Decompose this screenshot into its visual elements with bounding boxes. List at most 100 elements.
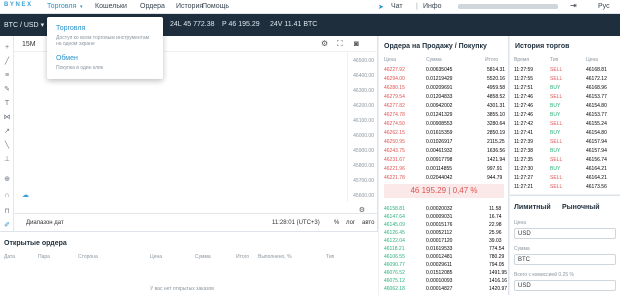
table-row[interactable]: 46277.82 0.00942002 4301.31	[379, 102, 509, 110]
log-toggle[interactable]: лог	[346, 220, 355, 226]
auto-toggle[interactable]: авто	[362, 220, 374, 226]
ruler-icon[interactable]: ╲	[3, 142, 11, 150]
table-row[interactable]: 46122.04 0.00017120 39.03	[379, 237, 509, 245]
table-row[interactable]: 46221.96 0.00114855 997.91	[379, 165, 509, 173]
total-input[interactable]: USD	[514, 280, 616, 291]
crosshair-icon[interactable]: +	[3, 44, 11, 52]
chart-footer: Диапазон дат 11:28:01 (UTC+3) % лог авто	[14, 213, 378, 231]
camera-icon[interactable]: ◙	[354, 39, 359, 48]
pattern-icon[interactable]: ⋈	[3, 114, 11, 122]
table-cell: 46106.55	[384, 254, 405, 260]
table-row[interactable]: 46126.45 0.00052112 25.96	[379, 229, 509, 237]
table-row[interactable]: 46294.00 0.01219429 5520.16	[379, 75, 509, 83]
fullscreen-icon[interactable]: ⛶	[337, 39, 343, 49]
tab-market[interactable]: Рыночный	[562, 204, 600, 211]
table-row[interactable]: 11:27:39 SELL 46157.94	[510, 138, 620, 146]
table-cell: 46156.74	[586, 157, 607, 163]
user-email[interactable]	[458, 4, 558, 9]
brush-icon[interactable]: ✎	[3, 86, 11, 94]
table-row[interactable]: 11:27:46 BUY 46153.77	[510, 111, 620, 119]
table-row[interactable]: 46221.78 0.02044042 944.79	[379, 174, 509, 182]
zoom-icon[interactable]: ⊕	[3, 176, 11, 184]
nav-orders[interactable]: Ордера	[140, 3, 165, 10]
table-row[interactable]: 11:27:35 SELL 46156.74	[510, 156, 620, 164]
lock-icon[interactable]: ⊓	[3, 208, 11, 216]
table-row[interactable]: 11:27:41 BUY 46154.80	[510, 129, 620, 137]
tab-limit[interactable]: Лимитный	[514, 204, 551, 211]
table-row[interactable]: 46250.95 0.01026917 2115.25	[379, 138, 509, 146]
amount-input[interactable]: BTC	[514, 254, 616, 265]
table-row[interactable]: 11:27:46 BUY 46154.80	[510, 102, 620, 110]
table-row[interactable]: 46062.18 0.00014827 1420.97	[379, 285, 509, 293]
table-row[interactable]: 11:27:46 SELL 46153.77	[510, 93, 620, 101]
table-row[interactable]: 46090.77 0.00029611 794.05	[379, 261, 509, 269]
top-nav: BYNEX Торговля ▾ Кошельки Ордера История…	[0, 0, 620, 14]
pencil-icon[interactable]: ✐	[3, 222, 11, 230]
prediction-icon[interactable]: ↗	[3, 128, 11, 136]
table-cell: 46118.21	[384, 246, 405, 252]
logout-icon[interactable]: ⇥	[570, 1, 577, 10]
table-row[interactable]: 46279.54 0.01204833 4858.52	[379, 93, 509, 101]
column-header: Тип	[550, 57, 559, 63]
table-row[interactable]: 11:27:27 SELL 46164.21	[510, 174, 620, 182]
amount-label: Сумма	[514, 246, 530, 252]
table-cell: 46262.15	[384, 130, 405, 136]
percent-toggle[interactable]: %	[334, 220, 339, 226]
table-row[interactable]: 46274.50 0.00908553 3280.64	[379, 120, 509, 128]
measure-icon[interactable]: ⊥	[3, 156, 11, 164]
open-orders: Открытые ордера Дата Пара Сторона Цена С…	[0, 231, 378, 295]
price-input[interactable]: USD	[514, 228, 616, 239]
chevron-down-icon: ▾	[40, 22, 45, 29]
column-header: Итого	[485, 57, 499, 63]
table-row[interactable]: 11:27:38 BUY 46157.94	[510, 147, 620, 155]
table-row[interactable]: 46118.21 0.01619533 774.54	[379, 245, 509, 253]
table-row[interactable]: 46158.81 0.00020032 11.58	[379, 205, 509, 213]
table-row[interactable]: 46075.12 0.00010093 1416.16	[379, 277, 509, 285]
language-switch[interactable]: Рус	[598, 3, 610, 10]
table-row[interactable]: 11:27:59 SELL 46168.81	[510, 66, 620, 74]
table-row[interactable]: 46106.55 0.00012481 780.29	[379, 253, 509, 261]
table-row[interactable]: 46280.15 0.00209691 4959.58	[379, 84, 509, 92]
table-row[interactable]: 46262.15 0.01615359 2850.19	[379, 129, 509, 137]
pair-selector[interactable]: BTC / USD ▾	[4, 21, 44, 29]
table-row[interactable]: 46076.52 0.01512085 1491.95	[379, 269, 509, 277]
nav-info[interactable]: Инфо	[423, 3, 442, 10]
nav-help[interactable]: Помощь	[202, 3, 229, 10]
menu-item-exchange[interactable]: Обмен	[56, 55, 78, 62]
table-row[interactable]: 11:27:51 BUY 46168.96	[510, 84, 620, 92]
table-row[interactable]: 11:27:42 SELL 46155.24	[510, 120, 620, 128]
table-row[interactable]: 11:27:30 BUY 46164.21	[510, 165, 620, 173]
trend-line-icon[interactable]: ╱	[3, 58, 11, 66]
table-cell: 46168.81	[586, 67, 607, 73]
table-cell: 46157.94	[586, 148, 607, 154]
table-row[interactable]: 11:27:55 SELL 46172.12	[510, 75, 620, 83]
table-row[interactable]: 46147.64 0.00009031 16.74	[379, 213, 509, 221]
menu-item-trading[interactable]: Торговля	[56, 25, 85, 32]
text-tool-icon[interactable]: T	[3, 100, 11, 108]
table-cell: 0.01204833	[426, 94, 453, 100]
table-cell: 0.00009031	[426, 214, 453, 220]
table-cell: 3280.64	[487, 121, 506, 127]
magnet-icon[interactable]: ∩	[3, 192, 11, 200]
price-axis-label: 45800.00	[353, 163, 374, 169]
nav-chat[interactable]: Чат	[391, 3, 403, 10]
nav-history[interactable]: История	[176, 3, 203, 10]
table-cell: 46155.24	[586, 121, 607, 127]
timeframe-selector[interactable]: 15M	[22, 41, 36, 48]
table-cell: 25.96	[489, 230, 502, 236]
table-cell: 11:27:21	[514, 184, 534, 190]
table-row[interactable]: 46145.09 0.00015176 22.98	[379, 221, 509, 229]
table-row[interactable]: 46227.92 0.00635045 5814.31	[379, 66, 509, 74]
table-cell: 0.00010093	[426, 278, 453, 284]
table-cell: 0.00012481	[426, 254, 453, 260]
table-row[interactable]: 46243.75 0.00461932 1636.56	[379, 147, 509, 155]
table-row[interactable]: 46231.67 0.00917798 1421.94	[379, 156, 509, 164]
nav-trading[interactable]: Торговля	[47, 3, 76, 10]
nav-wallets[interactable]: Кошельки	[95, 3, 127, 10]
fib-icon[interactable]: ≡	[3, 72, 11, 80]
table-row[interactable]: 11:27:21 SELL 46173.56	[510, 183, 620, 191]
table-row[interactable]: 46274.78 0.01241329 3855.10	[379, 111, 509, 119]
settings-icon[interactable]: ⚙	[321, 39, 328, 48]
total-label: Всего с комиссией 0.25 %	[514, 272, 574, 278]
date-range-button[interactable]: Диапазон дат	[26, 220, 64, 226]
